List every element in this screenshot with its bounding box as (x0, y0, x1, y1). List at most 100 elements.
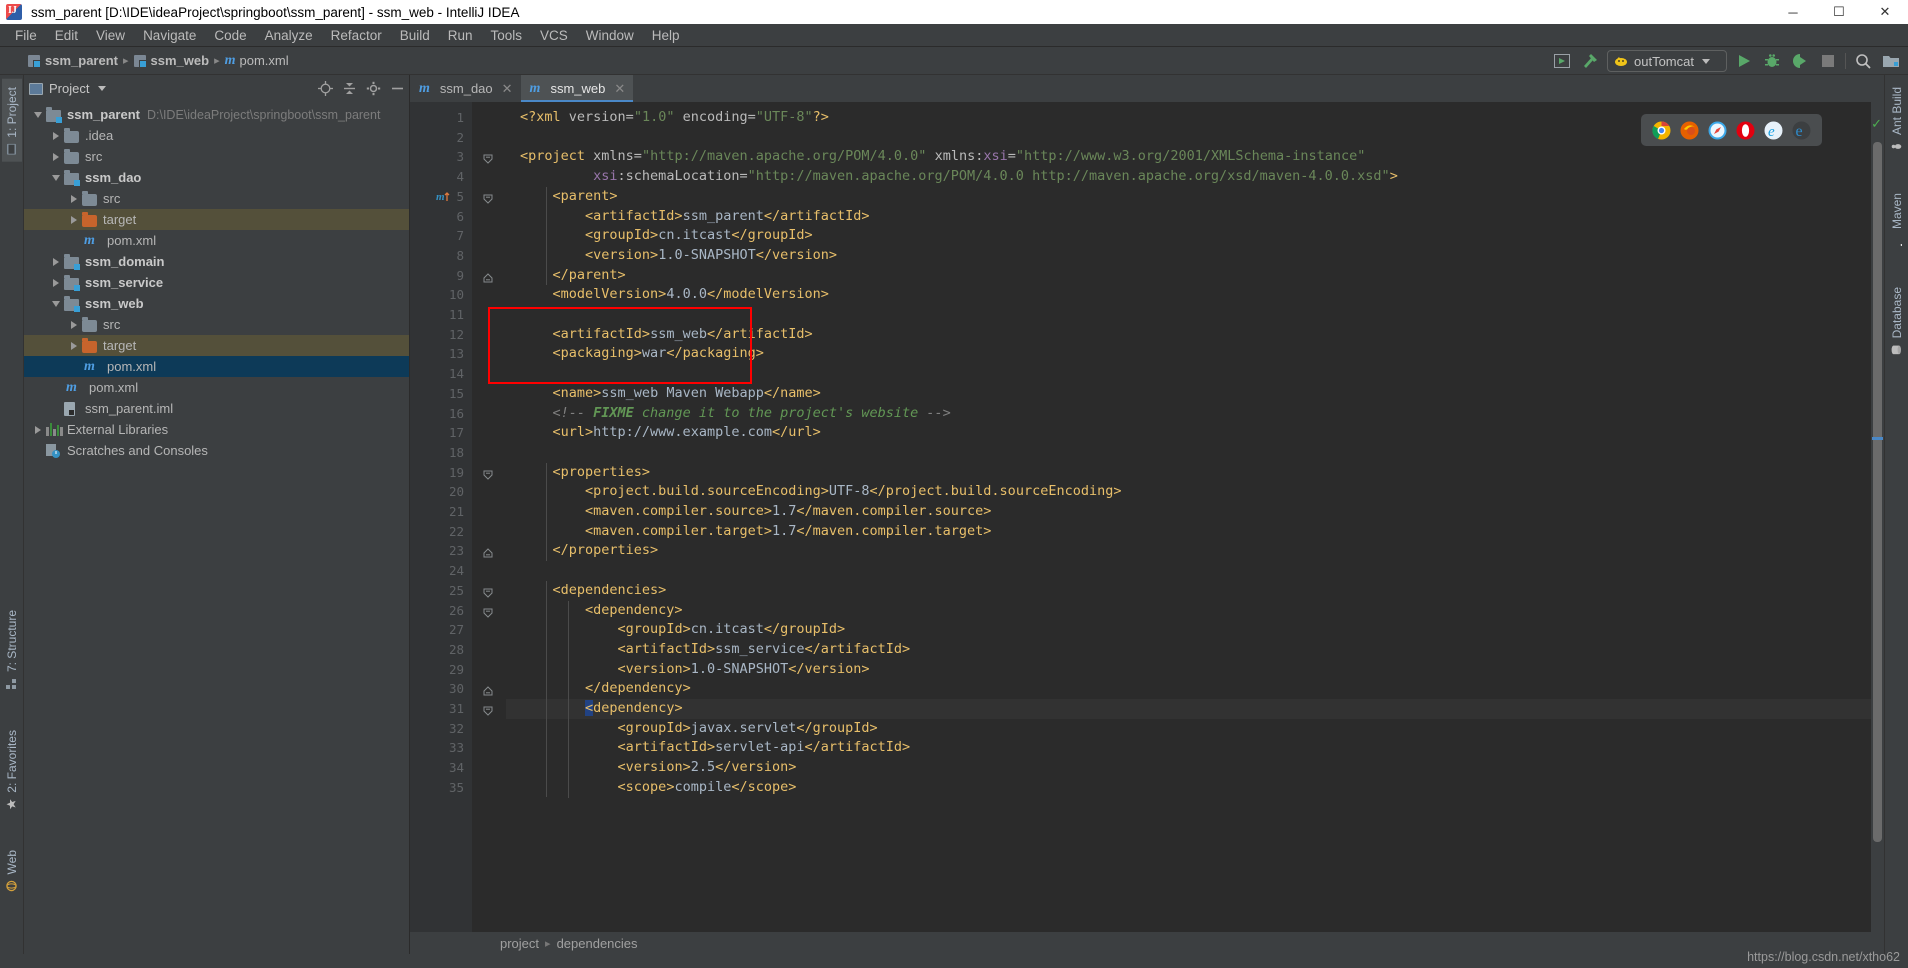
chevron-right-icon[interactable] (71, 320, 77, 329)
breadcrumb-item-module[interactable]: ssm_web (151, 53, 210, 68)
code-line[interactable]: <artifactId>ssm_service</artifactId> (520, 640, 1871, 660)
tree-node-external-libraries[interactable]: External Libraries (24, 419, 409, 440)
editor-scrollbar-thumb[interactable] (1873, 142, 1882, 842)
code-line[interactable]: xsi:schemaLocation="http://maven.apache.… (520, 167, 1871, 187)
code-line[interactable]: <dependency> (520, 699, 1871, 719)
fold-end-icon[interactable] (483, 684, 493, 699)
code-line[interactable]: <groupId>javax.servlet</groupId> (520, 719, 1871, 739)
code-line[interactable]: <maven.compiler.source>1.7</maven.compil… (520, 502, 1871, 522)
menu-item-code[interactable]: Code (205, 26, 255, 45)
tree-node-ssm-web[interactable]: ssm_web (24, 293, 409, 314)
sidebar-item-maven[interactable]: m Maven (1887, 185, 1908, 253)
fold-expanded-icon[interactable] (483, 606, 493, 621)
run-configuration-selector[interactable]: outTomcat (1607, 50, 1727, 72)
chevron-down-icon[interactable] (52, 300, 60, 307)
menu-item-window[interactable]: Window (577, 26, 643, 45)
close-icon[interactable]: ✕ (614, 81, 625, 97)
code-line[interactable]: <version>1.0-SNAPSHOT</version> (520, 246, 1871, 266)
code-line[interactable]: <project.build.sourceEncoding>UTF-8</pro… (520, 482, 1871, 502)
tree-node-ssm-dao[interactable]: ssm_dao (24, 167, 409, 188)
code-line[interactable]: <properties> (520, 463, 1871, 483)
tree-node-ssm-domain[interactable]: ssm_domain (24, 251, 409, 272)
chevron-right-icon[interactable] (71, 215, 77, 224)
chevron-down-icon[interactable] (52, 174, 60, 181)
sidebar-item-database[interactable]: Database (1887, 279, 1907, 362)
chevron-down-icon[interactable] (34, 111, 42, 118)
chevron-right-icon[interactable] (53, 131, 59, 140)
settings-gear-icon[interactable] (366, 81, 381, 96)
code-line[interactable]: <artifactId>ssm_web</artifactId> (520, 325, 1871, 345)
code-line[interactable]: <version>2.5</version> (520, 758, 1871, 778)
sidebar-item-web[interactable]: Web (2, 842, 22, 898)
tree-node-ssm-service[interactable]: ssm_service (24, 272, 409, 293)
tree-node-pom-xml[interactable]: m pom.xml (24, 356, 409, 377)
firefox-icon[interactable] (1680, 121, 1699, 140)
code-line[interactable]: <url>http://www.example.com</url> (520, 423, 1871, 443)
project-tree[interactable]: ssm_parent D:\IDE\ideaProject\springboot\… (24, 102, 409, 954)
fold-expanded-icon[interactable] (483, 192, 493, 207)
code-line[interactable]: <modelVersion>4.0.0</modelVersion> (520, 285, 1871, 305)
menu-item-file[interactable]: File (6, 26, 46, 45)
menu-item-help[interactable]: Help (643, 26, 689, 45)
maven-gutter-marker-icon[interactable]: m (436, 190, 450, 207)
stop-button[interactable] (1817, 50, 1839, 72)
menu-item-view[interactable]: View (87, 26, 134, 45)
tree-node-scratches-and-consoles[interactable]: Scratches and Consoles (24, 440, 409, 461)
code-line[interactable]: <groupId>cn.itcast</groupId> (520, 226, 1871, 246)
chevron-right-icon[interactable] (35, 425, 41, 434)
chevron-right-icon[interactable] (53, 152, 59, 161)
code-line[interactable]: <packaging>war</packaging> (520, 344, 1871, 364)
code-line[interactable]: </dependency> (520, 679, 1871, 699)
tree-node-src[interactable]: src (24, 314, 409, 335)
code-line[interactable]: </properties> (520, 541, 1871, 561)
locate-target-icon[interactable] (318, 81, 333, 96)
tree-node-ssm-parent[interactable]: ssm_parent D:\IDE\ideaProject\springboot\… (24, 104, 409, 125)
tree-node-pom-xml[interactable]: m pom.xml (24, 377, 409, 398)
editor-tab-ssm_web[interactable]: m ssm_web ✕ (520, 75, 634, 102)
menu-item-vcs[interactable]: VCS (531, 26, 577, 45)
fold-end-icon[interactable] (483, 546, 493, 561)
minimize-button[interactable]: ─ (1770, 0, 1816, 24)
menu-item-edit[interactable]: Edit (46, 26, 87, 45)
tree-node-src[interactable]: src (24, 188, 409, 209)
chrome-icon[interactable] (1652, 121, 1671, 140)
chevron-right-icon[interactable] (53, 278, 59, 287)
menu-item-analyze[interactable]: Analyze (256, 26, 322, 45)
run-with-coverage-button[interactable] (1789, 50, 1811, 72)
build-hammer-icon[interactable] (1579, 50, 1601, 72)
safari-icon[interactable] (1708, 121, 1727, 140)
maximize-button[interactable]: ☐ (1816, 0, 1862, 24)
breadcrumb-segment[interactable]: dependencies (557, 936, 638, 951)
menu-item-refactor[interactable]: Refactor (322, 26, 391, 45)
editor-tab-ssm_dao[interactable]: m ssm_dao ✕ (410, 75, 521, 102)
hide-panel-icon[interactable] (390, 81, 405, 96)
chevron-right-icon[interactable] (71, 341, 77, 350)
code-content[interactable]: <?xml version="1.0" encoding="UTF-8"?> <p… (506, 102, 1871, 932)
collapse-all-icon[interactable] (342, 81, 357, 96)
code-line[interactable]: <artifactId>servlet-api</artifactId> (520, 738, 1871, 758)
fold-expanded-icon[interactable] (483, 704, 493, 719)
menu-item-run[interactable]: Run (439, 26, 482, 45)
browser-preview-bar[interactable]: e e (1641, 114, 1822, 146)
code-line[interactable] (520, 305, 1871, 325)
code-line[interactable]: <artifactId>ssm_parent</artifactId> (520, 207, 1871, 227)
editor-scroll-marker-gutter[interactable]: ✓ (1871, 102, 1884, 932)
chevron-right-icon[interactable] (53, 257, 59, 266)
chevron-down-icon[interactable] (98, 86, 107, 91)
tree-node-ssm-parent-iml[interactable]: ssm_parent.iml (24, 398, 409, 419)
menu-item-navigate[interactable]: Navigate (134, 26, 205, 45)
fold-end-icon[interactable] (483, 271, 493, 286)
breadcrumb-item-file[interactable]: pom.xml (239, 53, 288, 68)
close-icon[interactable]: ✕ (502, 81, 513, 97)
sidebar-item-structure[interactable]: 7: Structure (2, 602, 22, 696)
run-button[interactable] (1733, 50, 1755, 72)
close-button[interactable]: ✕ (1862, 0, 1908, 24)
breadcrumb-item-project[interactable]: ssm_parent (45, 53, 118, 68)
tree-node-pom-xml[interactable]: m pom.xml (24, 230, 409, 251)
fold-expanded-icon[interactable] (483, 152, 493, 167)
search-icon[interactable] (1852, 50, 1874, 72)
sidebar-item-project[interactable]: 1: Project (1, 79, 22, 162)
code-line[interactable]: <version>1.0-SNAPSHOT</version> (520, 660, 1871, 680)
fold-expanded-icon[interactable] (483, 468, 493, 483)
menu-item-tools[interactable]: Tools (482, 26, 532, 45)
